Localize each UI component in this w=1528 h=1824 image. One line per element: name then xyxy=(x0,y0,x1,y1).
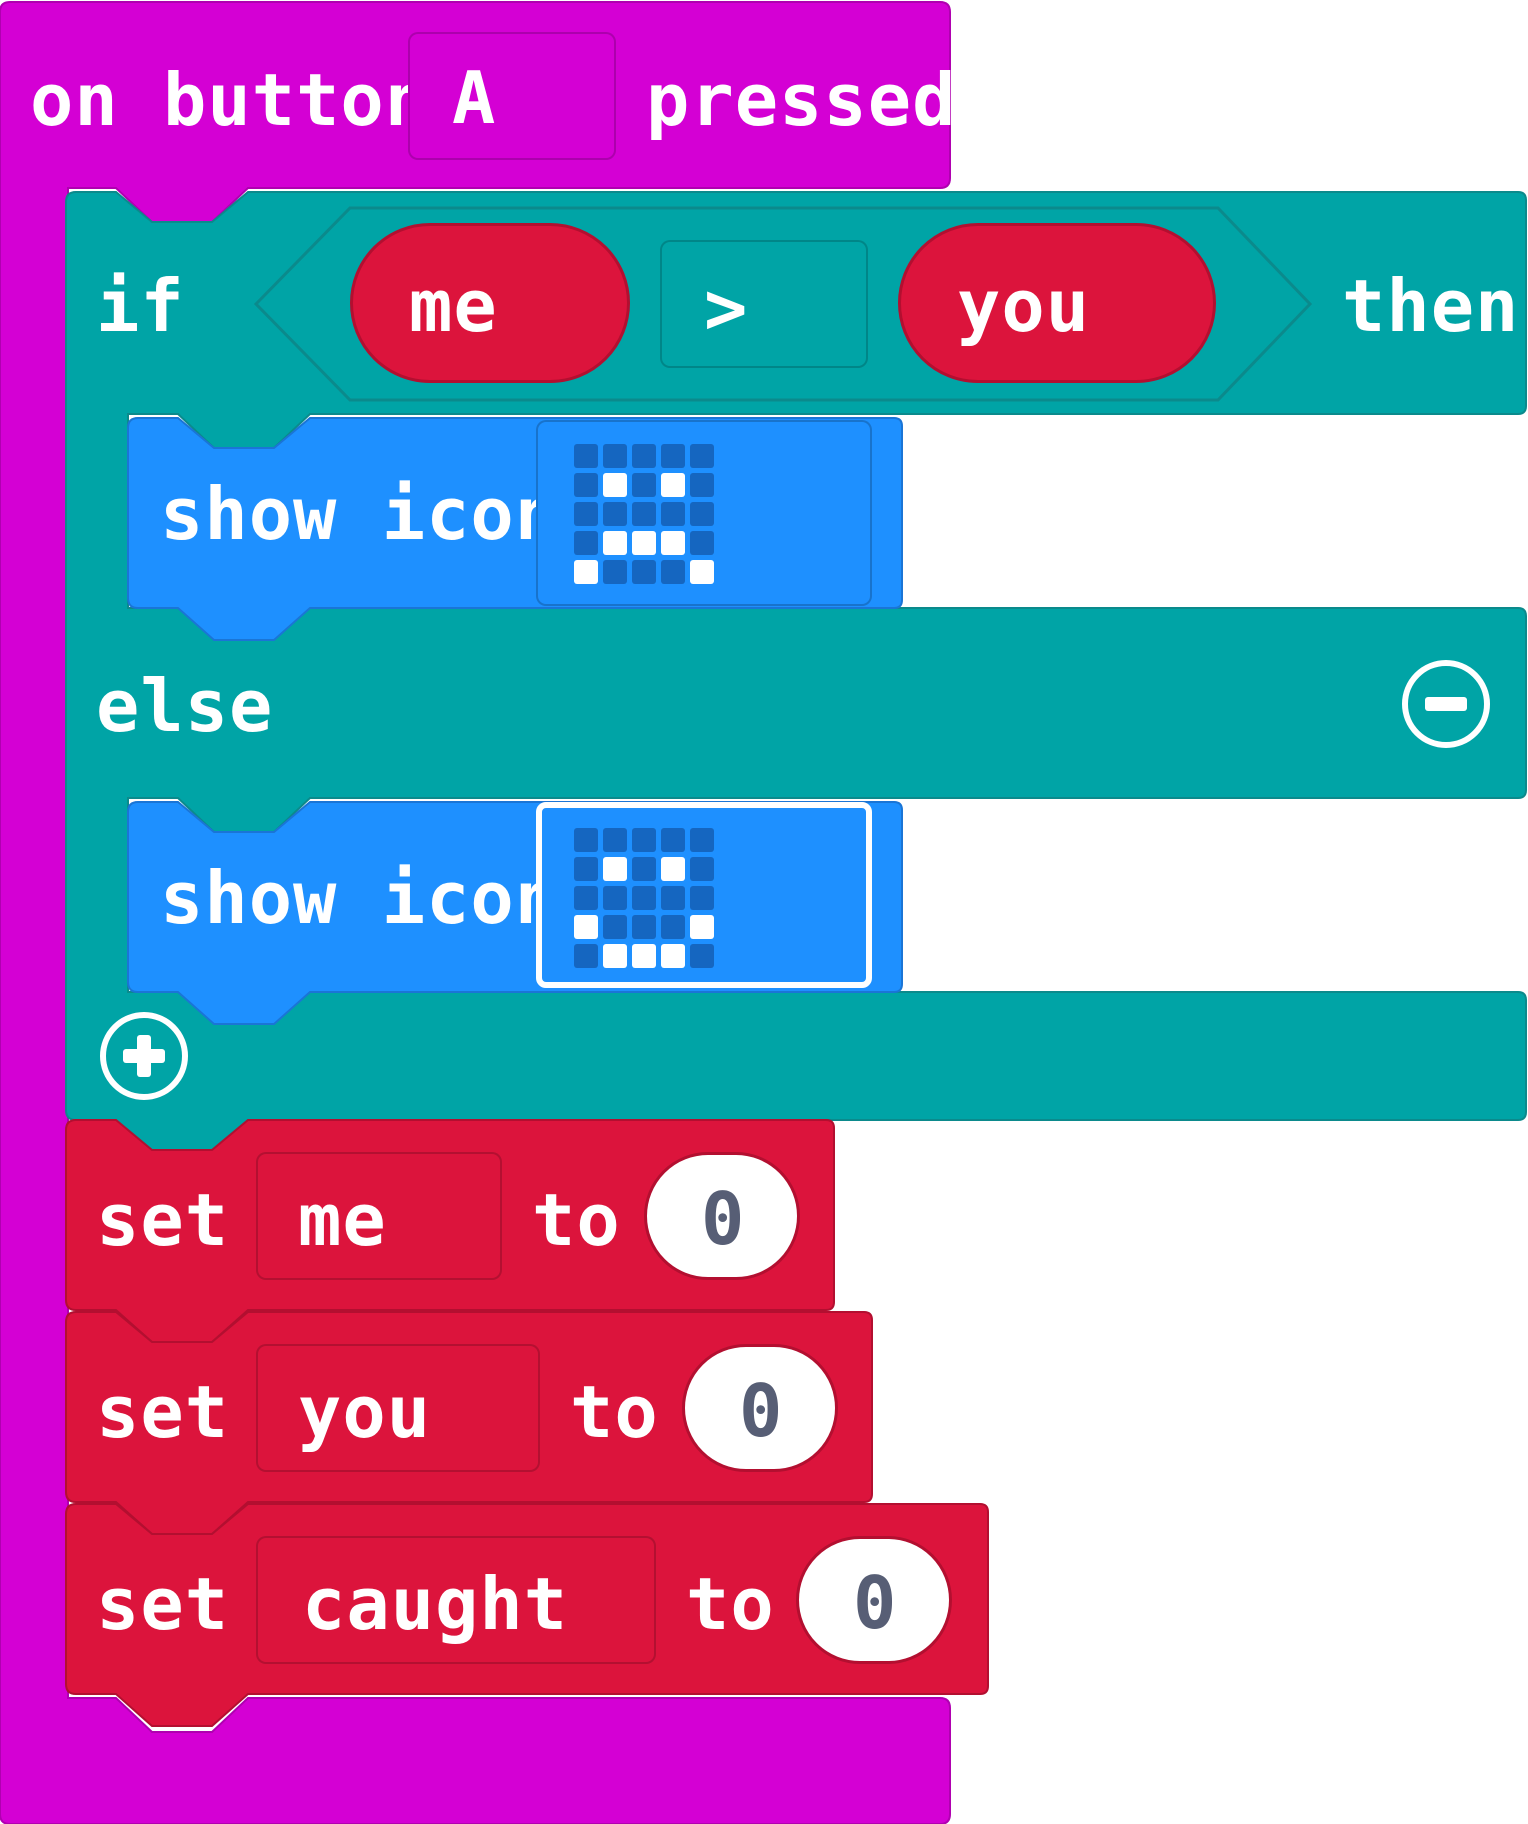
led-2-0 xyxy=(574,502,598,526)
led-1-4 xyxy=(690,473,714,497)
variable-dropdown-you[interactable]: you xyxy=(256,1344,540,1472)
operator-dropdown-value: > xyxy=(704,266,749,350)
variable-reporter-you[interactable]: you xyxy=(898,223,1216,383)
led-0-1 xyxy=(603,828,627,852)
operator-dropdown[interactable]: > xyxy=(660,240,868,368)
led-1-4 xyxy=(690,857,714,881)
led-3-2 xyxy=(632,531,656,555)
if-label: if xyxy=(96,264,185,348)
led-1-1 xyxy=(603,473,627,497)
button-dropdown-value: A xyxy=(452,56,497,140)
led-4-1 xyxy=(603,944,627,968)
variable-reporter-me[interactable]: me xyxy=(350,223,630,383)
led-1-1 xyxy=(603,857,627,881)
led-2-3 xyxy=(661,502,685,526)
led-2-3 xyxy=(661,886,685,910)
minus-circle-icon[interactable] xyxy=(1402,660,1490,748)
led-1-3 xyxy=(661,857,685,881)
variable-reporter-me-label: me xyxy=(409,264,498,348)
led-1-2 xyxy=(632,857,656,881)
led-2-2 xyxy=(632,502,656,526)
led-1-3 xyxy=(661,473,685,497)
set-me-label: set xyxy=(96,1178,230,1262)
show-icon-else-label: show icon xyxy=(160,856,560,940)
led-3-0 xyxy=(574,531,598,555)
led-4-2 xyxy=(632,944,656,968)
led-0-4 xyxy=(690,828,714,852)
event-label-suffix: pressed xyxy=(646,58,957,142)
else-label: else xyxy=(96,664,274,748)
number-input-me[interactable]: 0 xyxy=(644,1152,800,1280)
led-4-1 xyxy=(603,560,627,584)
variable-dropdown-caught[interactable]: caught xyxy=(256,1536,656,1664)
then-label: then xyxy=(1342,264,1520,348)
icon-picker-then[interactable] xyxy=(536,420,872,606)
number-input-you[interactable]: 0 xyxy=(682,1344,838,1472)
led-3-1 xyxy=(603,531,627,555)
led-0-2 xyxy=(632,444,656,468)
led-3-3 xyxy=(661,915,685,939)
led-2-1 xyxy=(603,502,627,526)
set-you-to-label: to xyxy=(570,1370,659,1454)
led-4-3 xyxy=(661,944,685,968)
led-0-0 xyxy=(574,444,598,468)
led-3-4 xyxy=(690,915,714,939)
led-4-0 xyxy=(574,560,598,584)
led-2-4 xyxy=(690,886,714,910)
number-input-me-value: 0 xyxy=(701,1177,746,1261)
led-0-2 xyxy=(632,828,656,852)
led-3-3 xyxy=(661,531,685,555)
variable-reporter-you-label: you xyxy=(957,264,1091,348)
led-4-3 xyxy=(661,560,685,584)
set-you-label: set xyxy=(96,1370,230,1454)
button-dropdown[interactable]: A xyxy=(408,32,616,160)
led-3-0 xyxy=(574,915,598,939)
happy-face-icon xyxy=(574,444,714,584)
led-0-3 xyxy=(661,828,685,852)
led-4-2 xyxy=(632,560,656,584)
set-me-to-label: to xyxy=(532,1178,621,1262)
variable-dropdown-caught-value: caught xyxy=(302,1562,569,1646)
number-input-caught-value: 0 xyxy=(853,1561,898,1645)
led-4-4 xyxy=(690,944,714,968)
set-caught-to-label: to xyxy=(686,1562,775,1646)
show-icon-then-label: show icon xyxy=(160,472,560,556)
sad-face-icon xyxy=(574,828,714,968)
number-input-you-value: 0 xyxy=(739,1369,784,1453)
led-1-0 xyxy=(574,857,598,881)
led-1-2 xyxy=(632,473,656,497)
led-1-0 xyxy=(574,473,598,497)
led-2-2 xyxy=(632,886,656,910)
led-3-4 xyxy=(690,531,714,555)
set-caught-label: set xyxy=(96,1562,230,1646)
led-0-0 xyxy=(574,828,598,852)
led-2-4 xyxy=(690,502,714,526)
led-0-3 xyxy=(661,444,685,468)
event-label-prefix: on button xyxy=(30,58,430,142)
led-2-1 xyxy=(603,886,627,910)
led-4-0 xyxy=(574,944,598,968)
led-3-2 xyxy=(632,915,656,939)
led-4-4 xyxy=(690,560,714,584)
variable-dropdown-me[interactable]: me xyxy=(256,1152,502,1280)
led-0-4 xyxy=(690,444,714,468)
led-3-1 xyxy=(603,915,627,939)
variable-dropdown-you-value: you xyxy=(298,1370,432,1454)
icon-picker-else[interactable] xyxy=(536,802,872,988)
led-0-1 xyxy=(603,444,627,468)
number-input-caught[interactable]: 0 xyxy=(796,1536,952,1664)
variable-dropdown-me-value: me xyxy=(298,1178,387,1262)
plus-circle-icon[interactable] xyxy=(100,1012,188,1100)
led-2-0 xyxy=(574,886,598,910)
